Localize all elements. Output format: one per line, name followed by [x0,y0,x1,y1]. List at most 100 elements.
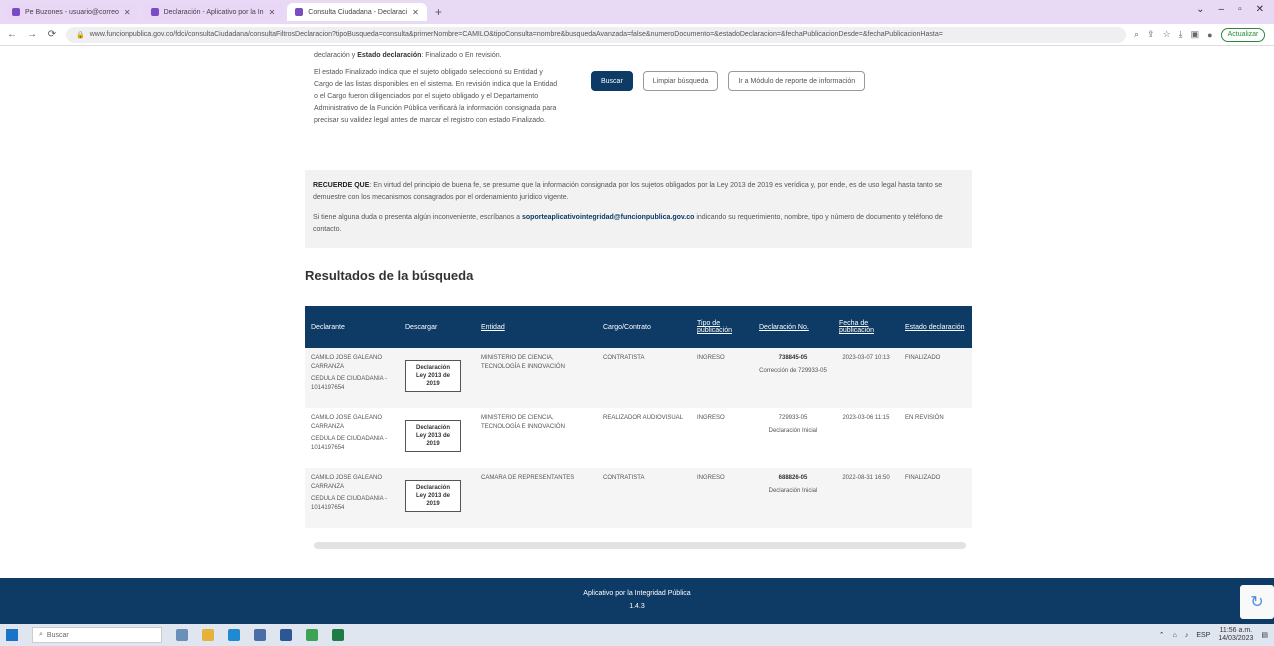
recaptcha-icon[interactable]: ↻ [1240,585,1274,619]
browser-tab-1[interactable]: Pe Buzones - usuario@correo ✕ [4,3,139,21]
declarant-name: CAMILO JOSE GALEANO CARRANZA [311,475,383,490]
browser-address-bar: ← → ⟳ 🔒 www.funcionpublica.gov.co/fdci/co… [0,24,1274,46]
clear-search-button[interactable]: Limpiar búsqueda [642,71,719,91]
cell-declaracion: 729933-05 Declaración Inicial [753,408,833,468]
help-line-1: declaración y Estado declaración: Finali… [314,50,560,62]
cell-declarante: CAMILO JOSE GALEANO CARRANZA CEDULA DE CI… [305,408,399,468]
cell-declarante: CAMILO JOSE GALEANO CARRANZA CEDULA DE CI… [305,348,399,408]
notice-box: RECUERDE QUE: En virtud del principio de… [305,170,972,248]
edge-icon[interactable] [228,629,240,641]
col-descargar: Descargar [405,323,438,331]
notice-text-2-prefix: Si tiene alguna duda o presenta algún in… [313,214,522,221]
close-icon[interactable]: ✕ [269,8,276,17]
close-window-icon[interactable]: ✕ [1256,4,1264,15]
cell-fecha: 2023-03-07 10:13 [842,355,890,361]
tab-label: Consulta Ciudadana - Declaraci [308,8,408,16]
cell-fecha: 2022-08-31 16:50 [842,475,890,481]
sidebar-icon[interactable]: ▣ [1191,29,1200,40]
update-browser-button[interactable]: Actualizar [1220,27,1266,42]
help-line-1-suffix: : Finalizado o En revisión. [421,52,502,59]
mail-icon[interactable] [280,629,292,641]
taskbar-search-input[interactable]: ⌕ Buscar [32,627,162,643]
chrome-icon[interactable] [306,629,318,641]
close-icon[interactable]: ✕ [412,8,419,17]
taskbar-search-placeholder: Buscar [46,631,69,639]
store-icon[interactable] [254,629,266,641]
chevron-down-icon[interactable]: ⌄ [1196,4,1204,15]
notice-text-1: : En virtud del principio de buena fe, s… [313,182,943,201]
tab-favicon-icon [12,8,20,16]
windows-start-icon[interactable] [6,629,18,641]
browser-tab-2[interactable]: Declaración - Aplicativo por la In ✕ [142,3,284,21]
taskview-icon[interactable] [176,629,188,641]
col-estado-declaracion[interactable]: Estado declaración [899,306,972,348]
search-actions: Buscar Limpiar búsqueda Ir a Módulo de r… [591,71,866,91]
os-taskbar: ⌕ Buscar ⌃ ⌂ ♪ ESP 11:56 a.m. 14/03/2023 ▤ [0,624,1274,646]
col-entidad[interactable]: Entidad [475,306,597,348]
reload-icon[interactable]: ⟳ [46,29,58,40]
profile-icon[interactable]: ● [1207,30,1212,40]
footer-title: Aplicativo por la Integridad Pública [583,590,691,597]
new-tab-plus-icon[interactable]: + [435,5,442,19]
url-field[interactable]: 🔒 www.funcionpublica.gov.co/fdci/consulta… [66,26,1126,43]
cell-fecha: 2023-03-06 11:15 [842,415,890,421]
file-explorer-icon[interactable] [202,629,214,641]
table-row: CAMILO JOSE GALEANO CARRANZA CEDULA DE CI… [305,348,972,408]
declarant-name: CAMILO JOSE GALEANO CARRANZA [311,355,383,370]
support-email-link[interactable]: soporteaplicativointegridad@funcionpubli… [522,214,694,221]
browser-tab-3[interactable]: Consulta Ciudadana - Declaraci ✕ [287,3,427,21]
star-icon[interactable]: ☆ [1163,29,1171,40]
cell-cargo: CONTRATISTA [603,355,645,361]
search-icon[interactable]: ⌕ [1134,29,1139,40]
search-button[interactable]: Buscar [591,71,633,91]
download-declaration-button[interactable]: Declaración Ley 2013 de 2019 [405,420,461,452]
report-module-button[interactable]: Ir a Módulo de reporte de información [728,71,866,91]
cell-tipo: INGRESO [697,475,725,481]
table-header-row: Declarante Descargar Entidad Cargo/Contr… [305,306,972,348]
clock-time: 11:56 a.m. [1219,627,1253,634]
col-fecha-publicacion[interactable]: Fecha de publicación [833,306,899,348]
cell-declaracion: 688826-05 Declaración Inicial [753,468,833,528]
close-icon[interactable]: ✕ [124,8,131,17]
download-declaration-button[interactable]: Declaración Ley 2013 de 2019 [405,360,461,392]
network-icon[interactable]: ⌂ [1173,632,1177,639]
cell-declaracion: 738845-05 Corrección de 729933-05 [753,348,833,408]
declaration-subtext: Declaración Inicial [768,428,818,434]
tab-label: Declaración - Aplicativo por la In [163,8,264,16]
download-declaration-button[interactable]: Declaración Ley 2013 de 2019 [405,480,461,512]
share-icon[interactable]: ⇪ [1147,29,1155,40]
minimize-icon[interactable]: – [1219,4,1225,15]
help-paragraph: El estado Finalizado indica que el sujet… [314,69,558,124]
results-table: Declarante Descargar Entidad Cargo/Contr… [305,306,972,528]
cell-estado: FINALIZADO [905,355,941,361]
browser-tab-bar: Pe Buzones - usuario@correo ✕ Declaración… [0,0,1274,24]
excel-icon[interactable] [332,629,344,641]
clock[interactable]: 11:56 a.m. 14/03/2023 [1218,627,1253,643]
back-arrow-icon[interactable]: ← [6,29,18,40]
tab-label: Pe Buzones - usuario@correo [25,8,119,16]
cell-declarante: CAMILO JOSE GALEANO CARRANZA CEDULA DE CI… [305,468,399,528]
chevron-up-icon[interactable]: ⌃ [1159,631,1165,639]
cell-estado: EN REVISIÓN [905,415,944,421]
cell-estado: FINALIZADO [905,475,941,481]
notifications-icon[interactable]: ▤ [1261,631,1268,639]
declaration-number: 688826-05 [778,475,808,481]
col-tipo-publicacion[interactable]: Tipo de publicación [691,306,753,348]
volume-icon[interactable]: ♪ [1185,632,1189,639]
tab-favicon-icon [150,8,159,16]
cell-descargar: Declaración Ley 2013 de 2019 [399,408,475,468]
col-declarante: Declarante [311,323,345,331]
declarant-doc: CEDULA DE CIUDADANIA - 1014197654 [311,376,388,391]
declaration-number: 738845-05 [778,355,808,361]
col-declaracion-no[interactable]: Declaración No. [753,306,833,348]
footer-version: 1.4.3 [629,603,645,610]
clock-date: 14/03/2023 [1218,635,1254,642]
forward-arrow-icon[interactable]: → [26,29,38,40]
table-horizontal-scrollbar[interactable] [314,542,966,549]
maximize-icon[interactable]: ▫ [1238,4,1242,15]
download-icon[interactable]: ⤓ [1179,29,1183,40]
cell-descargar: Declaración Ley 2013 de 2019 [399,348,475,408]
declaration-number: 729933-05 [778,415,808,421]
language-indicator[interactable]: ESP [1196,632,1210,639]
table-row: CAMILO JOSE GALEANO CARRANZA CEDULA DE CI… [305,408,972,468]
